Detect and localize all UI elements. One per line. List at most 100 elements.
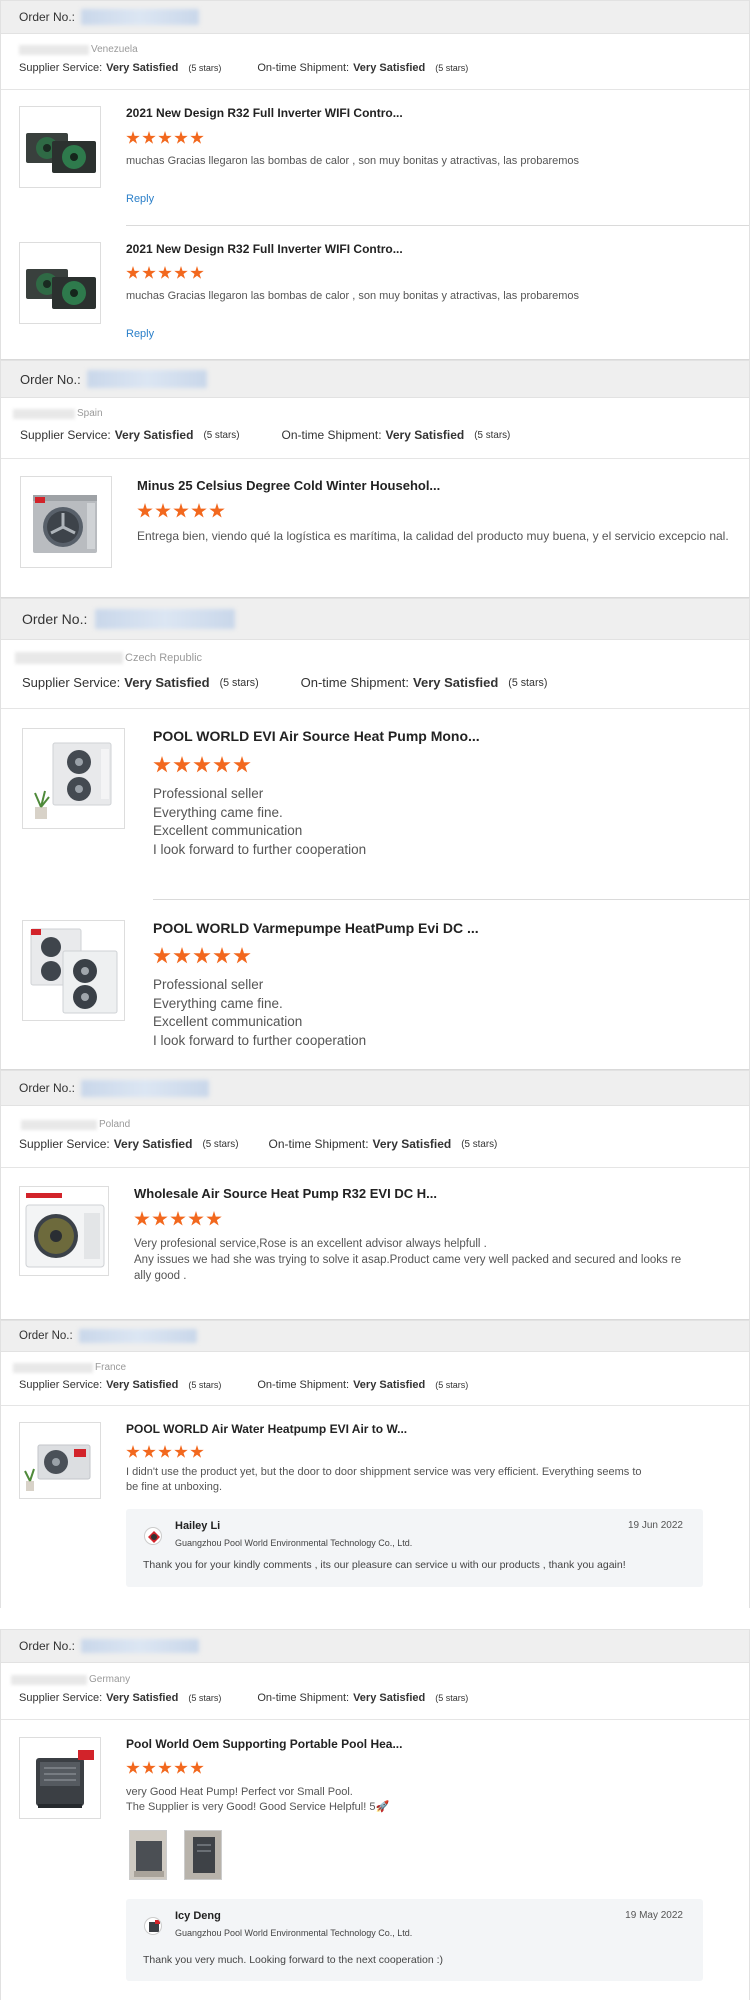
product-image[interactable] — [19, 242, 101, 324]
star-icon — [174, 266, 188, 279]
service-ratings: Supplier Service: Very Satisfied (5 star… — [20, 428, 510, 442]
ontime-shipment-value: Very Satisfied — [372, 1137, 452, 1151]
star-rating — [126, 131, 204, 145]
country-name: France — [95, 1362, 127, 1373]
product-title[interactable]: Minus 25 Celsius Degree Cold Winter Hous… — [137, 478, 440, 493]
star-icon — [142, 131, 156, 144]
order-header: Order No.: — [1, 1629, 749, 1663]
ontime-shipment-label: On-time Shipment: — [257, 1379, 350, 1391]
product-title[interactable]: 2021 New Design R32 Full Inverter WIFI C… — [126, 242, 403, 256]
star-icon — [190, 1445, 204, 1458]
review-line: ally good . — [134, 1270, 187, 1282]
supplier-service-stars: (5 stars) — [188, 63, 222, 73]
review-text: very Good Heat Pump! Perfect vor Small P… — [126, 1785, 389, 1814]
review-text: muchas Gracias llegaron las bombas de ca… — [126, 155, 580, 167]
ontime-shipment-label: On-time Shipment: — [268, 1137, 369, 1151]
star-icon — [206, 1211, 222, 1226]
product-image[interactable] — [19, 1737, 101, 1819]
redacted-order-number — [81, 1639, 200, 1653]
star-icon — [174, 131, 188, 144]
review-line: be fine at unboxing. — [126, 1481, 223, 1493]
product-image[interactable] — [19, 1186, 109, 1276]
product-image[interactable] — [22, 920, 125, 1021]
buyer-location: Spain — [13, 408, 103, 419]
supplier-service-value: Very Satisfied — [106, 1692, 179, 1704]
product-image[interactable] — [19, 1422, 101, 1499]
product-title[interactable]: POOL WORLD EVI Air Source Heat Pump Mono… — [153, 728, 480, 744]
heat-pump-icon — [26, 269, 96, 309]
star-icon — [174, 1761, 188, 1774]
product-title[interactable]: Pool World Oem Supporting Portable Pool … — [126, 1737, 402, 1751]
star-icon — [193, 947, 211, 964]
star-icon — [190, 266, 204, 279]
product-title[interactable]: Wholesale Air Source Heat Pump R32 EVI D… — [134, 1186, 437, 1201]
star-icon — [193, 756, 211, 773]
review-line: Excellent communication — [153, 823, 303, 838]
reply-link[interactable]: Reply — [126, 328, 154, 340]
review-photo[interactable] — [129, 1830, 167, 1880]
star-icon — [153, 756, 171, 773]
supplier-reply: Hailey Li Guangzhou Pool World Environme… — [126, 1509, 703, 1587]
review-card: Order No.: Germany Supplier Service: Ver… — [0, 1629, 750, 2000]
review-card: Order No.: Spain Supplier Service: Very … — [0, 360, 750, 598]
order-no-label: Order No.: — [22, 611, 88, 627]
star-rating — [134, 1211, 222, 1227]
redacted-buyer-name — [13, 1362, 93, 1373]
service-ratings: Supplier Service: Very Satisfied (5 star… — [19, 1692, 468, 1704]
redacted-buyer-name — [13, 408, 75, 419]
product-title[interactable]: POOL WORLD Varmepumpe HeatPump Evi DC ..… — [153, 920, 479, 936]
service-ratings: Supplier Service: Very Satisfied (5 star… — [22, 675, 547, 690]
review-photo[interactable] — [184, 1830, 222, 1880]
order-header: Order No.: — [1, 360, 749, 398]
reply-company: Guangzhou Pool World Environmental Techn… — [175, 1538, 413, 1548]
review-line: Any issues we had she was trying to solv… — [134, 1254, 682, 1266]
product-title[interactable]: POOL WORLD Air Water Heatpump EVI Air to… — [126, 1422, 407, 1436]
order-header: Order No.: — [1, 1320, 749, 1352]
star-icon — [233, 756, 251, 773]
redacted-order-number — [81, 1079, 210, 1097]
product-image[interactable] — [19, 106, 101, 188]
supplier-service-label: Supplier Service: — [19, 1137, 110, 1151]
item-divider — [153, 899, 749, 900]
star-icon — [173, 756, 191, 773]
supplier-service-stars: (5 stars) — [219, 676, 259, 689]
star-icon — [174, 1445, 188, 1458]
supplier-service-value: Very Satisfied — [124, 675, 210, 690]
product-image[interactable] — [20, 476, 112, 568]
photo-thumbnail-icon — [185, 1831, 221, 1879]
supplier-service-stars: (5 stars) — [188, 1693, 222, 1703]
review-line: I didn't use the product yet, but the do… — [126, 1466, 642, 1478]
product-image[interactable] — [22, 728, 125, 829]
ontime-shipment-value: Very Satisfied — [413, 675, 499, 690]
order-header: Order No.: — [1, 1070, 749, 1106]
heat-pump-icon — [24, 1444, 91, 1491]
star-icon — [233, 947, 251, 964]
review-text: Professional seller Everything came fine… — [153, 976, 366, 1050]
star-icon — [142, 1445, 156, 1458]
product-title[interactable]: 2021 New Design R32 Full Inverter WIFI C… — [126, 106, 403, 120]
ontime-shipment-value: Very Satisfied — [353, 62, 426, 74]
redacted-buyer-name — [15, 652, 123, 664]
star-rating — [153, 756, 251, 774]
star-icon — [126, 131, 140, 144]
supplier-service-value: Very Satisfied — [106, 1379, 179, 1391]
order-no-label: Order No.: — [20, 371, 81, 387]
reply-date: 19 Jun 2022 — [627, 1520, 683, 1531]
star-icon — [190, 1761, 204, 1774]
country-name: Czech Republic — [125, 652, 203, 664]
review-line: very Good Heat Pump! Perfect vor Small P… — [126, 1786, 353, 1798]
supplier-service-stars: (5 stars) — [188, 1380, 222, 1390]
reply-company: Guangzhou Pool World Environmental Techn… — [175, 1928, 413, 1938]
supplier-service-label: Supplier Service: — [19, 1379, 103, 1391]
reply-author: Icy Deng — [175, 1910, 221, 1922]
buyer-location: France — [13, 1362, 126, 1373]
divider — [1, 458, 749, 459]
heat-pump-icon — [34, 742, 112, 819]
reply-text: Thank you for your kindly comments , its… — [143, 1559, 626, 1571]
reply-link[interactable]: Reply — [126, 193, 154, 205]
supplier-reply: Icy Deng Guangzhou Pool World Environmen… — [126, 1899, 703, 1981]
star-icon — [188, 1211, 204, 1226]
star-icon — [158, 1445, 172, 1458]
photo-thumbnail-icon — [130, 1831, 166, 1879]
star-icon — [126, 266, 140, 279]
